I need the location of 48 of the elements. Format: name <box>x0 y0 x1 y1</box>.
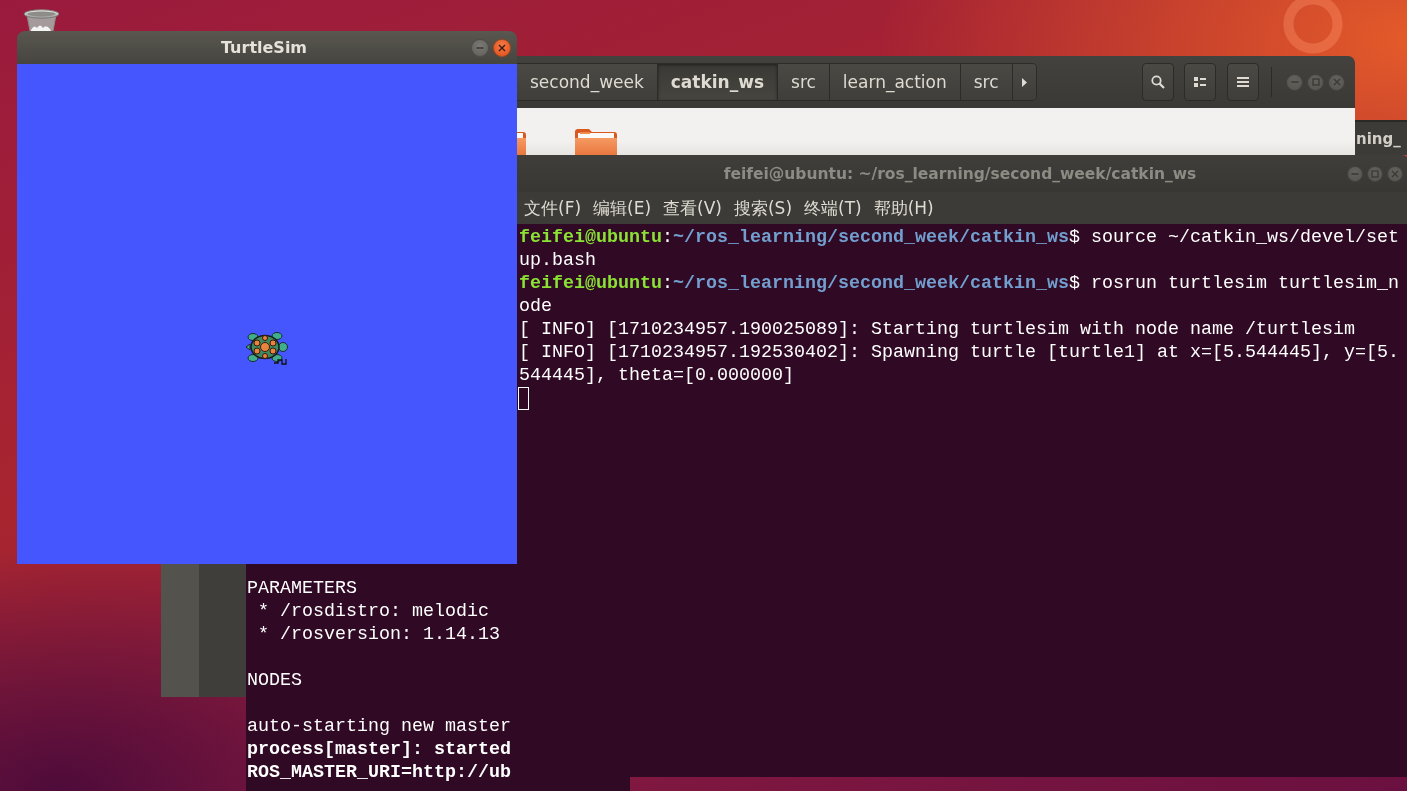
terminal-line: process[master]: started <box>247 738 511 761</box>
close-icon <box>1332 78 1341 86</box>
terminal-line: [ INFO] [1710234957.192530402]: Spawning turtle [turtle1] at x=[5.544445], y=[5.544445], theta=[0.000000] <box>519 341 1400 387</box>
menu-button[interactable] <box>1227 63 1259 101</box>
window-title: TurtleSim <box>220 38 308 57</box>
trash-can-icon[interactable] <box>23 9 60 31</box>
path-tab[interactable]: catkin_ws <box>657 64 779 100</box>
close-button[interactable] <box>493 38 511 57</box>
terminal-line: auto-starting new master <box>247 715 511 738</box>
menu-item[interactable]: 查看(V) <box>663 196 722 220</box>
terminal-line: * /rosversion: 1.14.13 <box>257 623 500 646</box>
maximize-icon <box>1371 169 1379 178</box>
window-title: feifei@ubuntu: ~/ros_learning/second_week/catkin_ws <box>723 164 1197 183</box>
maximize-icon <box>1311 78 1320 86</box>
terminal-line: * /rosdistro: melodic <box>257 600 489 623</box>
menu-item[interactable]: 帮助(H) <box>873 196 934 220</box>
search-button[interactable] <box>1142 63 1174 101</box>
turtle-icon <box>244 329 290 366</box>
terminal-line: PARAMETERS <box>247 577 357 600</box>
path-tab[interactable]: learn_action <box>829 64 961 100</box>
view-options-button[interactable] <box>1184 63 1216 101</box>
minimize-icon <box>1290 78 1299 86</box>
window-label: ning_ <box>1356 130 1401 148</box>
menu-item[interactable]: 编辑(E) <box>593 196 652 220</box>
menu-icon <box>1237 77 1249 87</box>
terminal-line: feifei@ubuntu:~/ros_learning/second_week/catkin_ws$ source ~/catkin_ws/devel/setup.bash <box>519 226 1400 272</box>
list-view-icon <box>1194 77 1206 87</box>
terminal-cursor <box>518 387 529 410</box>
minimize-button[interactable] <box>1347 165 1363 182</box>
maximize-button[interactable] <box>1307 73 1324 91</box>
close-icon <box>1391 169 1399 178</box>
terminal-line: NODES <box>247 669 302 692</box>
menu-item[interactable]: 文件(F) <box>524 196 582 220</box>
menu-item[interactable]: 搜索(S) <box>733 196 793 220</box>
path-tab[interactable]: second_week <box>517 64 658 100</box>
terminal-line: [ INFO] [1710234957.190025089]: Starting turtlesim with node name /turtlesim <box>519 318 1356 341</box>
menu-item[interactable]: 终端(T) <box>804 196 862 220</box>
close-icon <box>498 43 506 52</box>
search-icon <box>1151 75 1165 89</box>
minimize-button[interactable] <box>1286 73 1303 91</box>
path-tab[interactable]: src <box>778 64 830 100</box>
maximize-button[interactable] <box>1367 165 1383 182</box>
path-tab[interactable]: src <box>960 64 1013 100</box>
scroll-tabs-button[interactable] <box>1012 64 1036 100</box>
terminal-line: feifei@ubuntu:~/ros_learning/second_week/catkin_ws$ rosrun turtlesim turtlesim_node <box>519 272 1400 318</box>
caret-right-icon <box>1021 77 1027 87</box>
terminal-line: ROS_MASTER_URI=http://ub <box>247 761 511 784</box>
folder-icon <box>573 126 619 155</box>
